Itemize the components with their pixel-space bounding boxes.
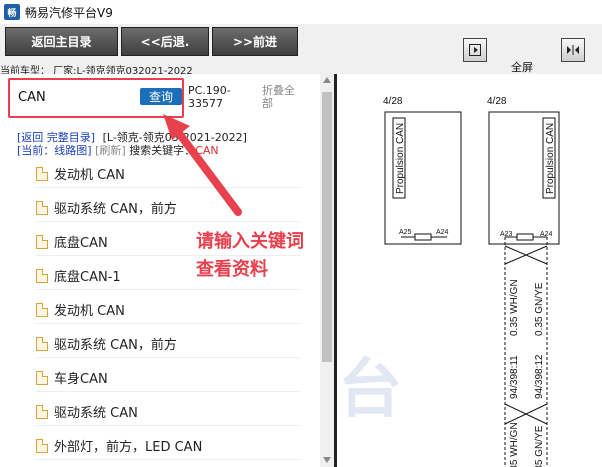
wire-label-1: 0.35 WH/GN: [509, 279, 520, 336]
watermark: 台: [338, 353, 402, 427]
wire-label-4: 0.35 GN/YE: [534, 425, 545, 467]
left-module-label: Propulsion CAN: [395, 123, 406, 194]
wire-ref-2: 94/398:12: [534, 354, 545, 399]
left-resistor: [414, 233, 432, 241]
right-page-number: 4/28: [487, 96, 507, 107]
right-resistor: [516, 233, 534, 241]
right-module-label: Propulsion CAN: [545, 123, 556, 194]
wire-label-2: 0.35 GN/YE: [534, 282, 545, 336]
wire-label-3: 0.35 WH/GN: [509, 422, 520, 467]
left-page-number: 4/28: [383, 96, 403, 107]
left-pin-a24: A24: [436, 229, 449, 236]
left-pin-a25: A25: [399, 229, 412, 236]
wire-ref-1: 94/398:11: [509, 355, 520, 399]
